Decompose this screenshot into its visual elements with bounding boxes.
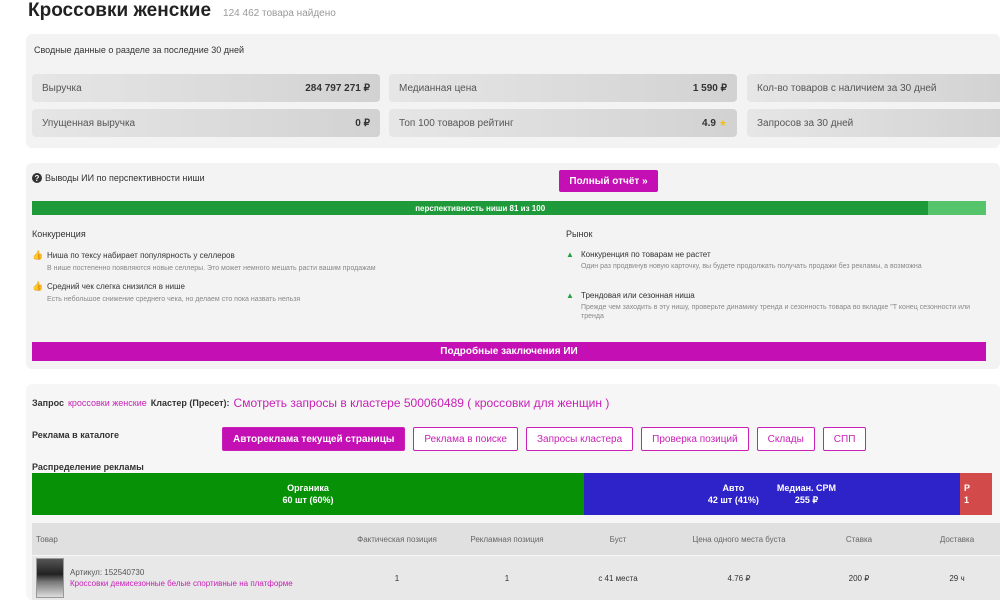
table-header: Товар Фактическая позиция Рекламная пози… <box>32 523 1000 555</box>
competition-item: 👍 Ниша по тексу набирает популярность у с… <box>32 250 452 273</box>
product-link[interactable]: Кроссовки демисезонные белые спортивные … <box>70 579 293 588</box>
col-product[interactable]: Товар <box>32 535 342 544</box>
search-segment: Р 1 <box>960 473 992 515</box>
boost: с 41 места <box>598 573 638 583</box>
stat-top100-rating: Топ 100 товаров рейтинг 4.9 ★ <box>389 109 737 137</box>
cluster-label: Кластер (Пресет): <box>150 398 230 408</box>
stat-with-stock: Кол-во товаров с наличием за 30 дней <box>747 74 1000 102</box>
trend-up-icon: ▲ <box>566 250 574 259</box>
organic-segment: Органика 60 шт (60%) <box>32 473 584 515</box>
question-icon[interactable]: ? <box>32 173 42 183</box>
item-title: Трендовая или сезонная ниша <box>581 291 695 300</box>
thumb-up-icon: 👍 <box>32 281 44 291</box>
perspective-bar: перспективность ниши 81 из 100 <box>32 201 986 215</box>
item-title: Ниша по тексу набирает популярность у се… <box>47 251 235 260</box>
query-label: Запрос <box>32 398 64 408</box>
perspective-bar-fill: перспективность ниши 81 из 100 <box>32 201 929 215</box>
stat-label: Топ 100 товаров рейтинг <box>399 117 514 129</box>
trend-up-icon: ▲ <box>566 291 574 300</box>
auto-block: Авто 42 шт (41%) <box>708 482 759 506</box>
segment-value: 60 шт (60%) <box>282 495 334 505</box>
segment-value: 1 <box>964 495 970 505</box>
stat-value-wrap: 4.9 ★ <box>702 118 727 129</box>
segment-label: Медиан. CPM <box>776 483 837 493</box>
median-cpm-block: Медиан. CPM 255 ₽ <box>777 482 836 506</box>
boost-price: 4.76 ₽ <box>727 573 751 583</box>
tab-position-check[interactable]: Проверка позиций <box>641 427 749 451</box>
ai-title: ? Выводы ИИ по перспективности ниши <box>32 173 205 183</box>
page-header: Кроссовки женские 124 462 товара найдено <box>28 0 336 24</box>
item-desc: Есть небольшое снижение среднего чека, н… <box>47 296 301 303</box>
stat-value: 284 797 271 ₽ <box>305 82 370 94</box>
stat-value: 0 ₽ <box>355 117 370 129</box>
cluster-link[interactable]: Смотреть запросы в кластере 500060489 ( … <box>234 396 610 410</box>
star-icon: ★ <box>718 117 727 128</box>
tab-cluster-queries[interactable]: Запросы кластера <box>525 427 634 451</box>
segment-value: 255 ₽ <box>794 495 819 505</box>
col-ad-position[interactable]: Рекламная позиция <box>452 535 562 544</box>
col-bid[interactable]: Ставка <box>804 535 914 544</box>
segment-label: Р <box>964 483 971 493</box>
stat-label: Запросов за 30 дней <box>757 117 854 129</box>
fact-position: 1 <box>394 573 400 583</box>
query-line: Запрос кроссовки женские Кластер (Пресет… <box>32 396 609 410</box>
item-desc: Один раз продвинув новую карточку, вы бу… <box>581 263 922 270</box>
results-count: 124 462 товара найдено <box>223 8 336 19</box>
item-title: Средний чек слегка снизился в нише <box>47 282 185 291</box>
tab-warehouses[interactable]: Склады <box>756 427 815 451</box>
segment-value: 42 шт (41%) <box>707 495 759 505</box>
tab-spp[interactable]: СПП <box>822 427 867 451</box>
tab-search-ads[interactable]: Реклама в поиске <box>413 427 518 451</box>
stat-queries: Запросов за 30 дней <box>747 109 1000 137</box>
bid: 200 ₽ <box>848 573 870 583</box>
stat-label: Медианная цена <box>399 82 477 94</box>
stat-value: 4.9 <box>702 117 716 129</box>
col-boost[interactable]: Буст <box>562 535 674 544</box>
competition-heading: Конкуренция <box>32 229 86 239</box>
ads-tabs: Автореклама текущей страницы Реклама в п… <box>222 427 867 451</box>
page-title: Кроссовки женские <box>28 0 212 21</box>
product-image[interactable] <box>36 558 64 598</box>
ai-panel: ? Выводы ИИ по перспективности ниши Полн… <box>26 163 1000 369</box>
segment-label: Органика <box>287 483 329 493</box>
stat-value: 1 590 ₽ <box>692 82 727 94</box>
col-delivery[interactable]: Доставка <box>914 535 1000 544</box>
product-article: Артикул: 152540730 <box>70 568 145 577</box>
full-report-button[interactable]: Полный отчёт » <box>559 170 658 192</box>
market-item: ▲ Трендовая или сезонная ниша Прежде чем … <box>566 291 986 321</box>
item-title: Конкуренция по товарам не растет <box>581 250 711 259</box>
query-link[interactable]: кроссовки женские <box>68 398 147 408</box>
auto-segment: Авто 42 шт (41%) Медиан. CPM 255 ₽ <box>584 473 960 515</box>
competition-item: 👍 Средний чек слегка снизился в нише Есть… <box>32 281 452 304</box>
product-cell: Артикул: 152540730 Кроссовки демисезонны… <box>32 558 342 598</box>
distribution-title: Распределение рекламы <box>32 462 144 472</box>
stat-label: Выручка <box>42 82 82 94</box>
ads-distribution-bar: Органика 60 шт (60%) Авто 42 шт (41%) Ме… <box>32 473 992 515</box>
ai-title-text: Выводы ИИ по перспективности ниши <box>45 173 205 183</box>
delivery: 29 ч <box>949 573 965 583</box>
stat-lost-revenue: Упущенная выручка 0 ₽ <box>32 109 380 137</box>
col-fact-position[interactable]: Фактическая позиция <box>342 535 452 544</box>
col-boost-price[interactable]: Цена одного места буста <box>674 535 804 544</box>
stat-median-price: Медианная цена 1 590 ₽ <box>389 74 737 102</box>
market-heading: Рынок <box>566 229 593 239</box>
table-row: Артикул: 152540730 Кроссовки демисезонны… <box>32 556 1000 600</box>
ai-details-button[interactable]: Подробные заключения ИИ <box>32 342 986 361</box>
summary-title: Сводные данные о разделе за последние 30… <box>34 45 245 55</box>
item-desc: В нише постепенно появляются новые селле… <box>47 265 376 272</box>
product-info: Артикул: 152540730 Кроссовки демисезонны… <box>70 568 293 588</box>
item-desc: Прежде чем заходить в эту нишу, проверьт… <box>581 304 971 320</box>
stat-revenue: Выручка 284 797 271 ₽ <box>32 74 380 102</box>
segment-label: Авто <box>722 483 745 493</box>
catalog-ads-title: Реклама в каталоге <box>32 430 119 440</box>
ad-position: 1 <box>504 573 510 583</box>
ads-panel: Запрос кроссовки женские Кластер (Пресет… <box>26 384 1000 600</box>
market-item: ▲ Конкуренция по товарам не растет Один р… <box>566 250 986 271</box>
summary-panel: Сводные данные о разделе за последние 30… <box>26 34 1000 148</box>
tab-auto-ads[interactable]: Автореклама текущей страницы <box>222 427 406 451</box>
stat-label: Упущенная выручка <box>42 117 136 129</box>
stat-label: Кол-во товаров с наличием за 30 дней <box>757 82 937 94</box>
thumb-up-icon: 👍 <box>32 250 44 260</box>
